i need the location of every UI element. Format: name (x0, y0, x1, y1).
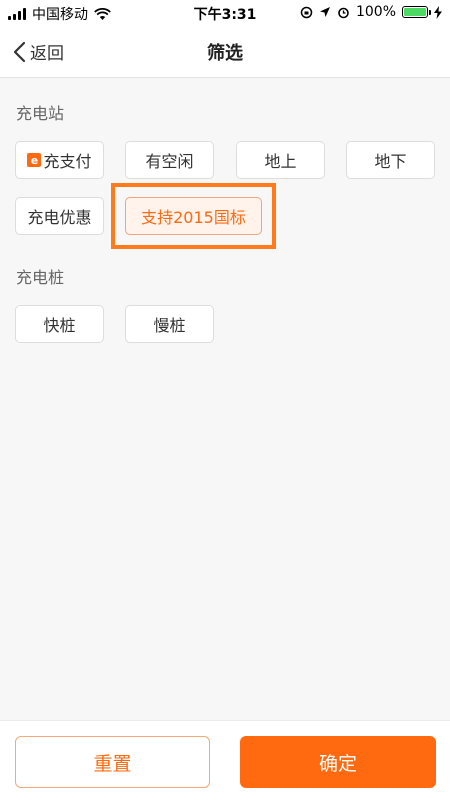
charging-bolt-icon (434, 5, 442, 19)
battery-icon (402, 6, 431, 18)
chip-slow-pile[interactable]: 慢桩 (125, 305, 214, 343)
alarm-icon (338, 7, 349, 18)
chip-aboveground[interactable]: 地上 (236, 141, 325, 179)
chip-fast-pile[interactable]: 快桩 (15, 305, 104, 343)
chip-label: 快桩 (43, 316, 76, 335)
status-bar: 中国移动 下午3:31 100% (0, 0, 450, 26)
bottom-bar: 重置 确定 (0, 720, 450, 800)
chip-discount[interactable]: 充电优惠 (15, 197, 104, 235)
reset-button[interactable]: 重置 (15, 736, 210, 788)
chip-available[interactable]: 有空闲 (125, 141, 214, 179)
chip-underground[interactable]: 地下 (346, 141, 435, 179)
page-title: 筛选 (207, 43, 243, 64)
filter-screen: 中国移动 下午3:31 100% 返回 筛选 充电站 e 充支付 有空闲 地上 … (0, 0, 450, 800)
confirm-button[interactable]: 确定 (240, 736, 436, 788)
chip-label: 支持2015国标 (141, 208, 246, 227)
chip-gb2015[interactable]: 支持2015国标 (125, 197, 262, 235)
location-icon (319, 7, 330, 17)
e-pay-icon: e (27, 153, 42, 167)
chip-label: 地上 (264, 152, 297, 171)
section-title-station: 充电站 (16, 104, 65, 123)
section-title-pile: 充电桩 (16, 268, 65, 287)
chip-label: 充电优惠 (27, 208, 92, 227)
orientation-lock-icon (300, 6, 313, 18)
chip-label: 有空闲 (145, 152, 194, 171)
battery-percent: 100% (355, 4, 396, 20)
chip-label: 慢桩 (153, 316, 186, 335)
nav-bar: 返回 筛选 (0, 26, 450, 78)
chip-label: 充支付 (43, 152, 92, 171)
chip-e-pay[interactable]: e 充支付 (15, 141, 104, 179)
status-right: 100% (300, 4, 442, 20)
chip-label: 地下 (374, 152, 407, 171)
